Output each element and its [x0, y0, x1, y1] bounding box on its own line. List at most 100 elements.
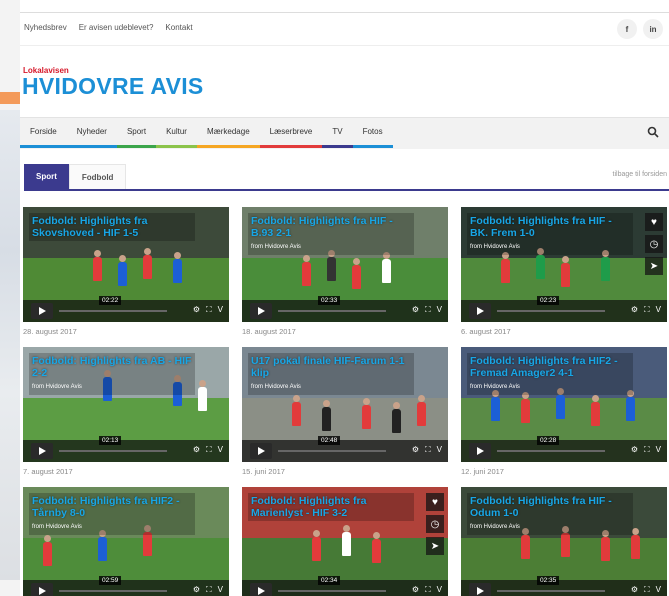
video-player[interactable]: Fodbold: Highlights fra HIF - Odum 1-0 fr… [461, 487, 667, 596]
video-title[interactable]: U17 pokal finale HIF-Farum 1-1 klip from … [248, 353, 414, 395]
nav-item-3[interactable]: Kultur [156, 118, 197, 148]
settings-gear-icon[interactable]: ⚙ [631, 305, 638, 315]
video-player[interactable]: Fodbold: Highlights fra HIF2 - Fremad Am… [461, 347, 667, 462]
nav-item-4[interactable]: Mærkedage [196, 118, 260, 148]
linkedin-icon[interactable]: in [643, 19, 663, 39]
newsletter-link[interactable]: Nyhedsbrev [24, 23, 67, 32]
video-progress-bar[interactable]: 02:48 [278, 436, 386, 452]
tab-fodbold[interactable]: Fodbold [68, 164, 127, 190]
contact-link[interactable]: Kontakt [165, 23, 192, 32]
fullscreen-icon[interactable]: ⛶ [644, 305, 650, 315]
video-progress-bar[interactable]: 02:28 [497, 436, 605, 452]
nav-item-5[interactable]: Læserbreve [259, 118, 323, 148]
video-progress-bar[interactable]: 02:35 [497, 576, 605, 592]
fullscreen-icon[interactable]: ⛶ [425, 585, 431, 595]
nav-item-2[interactable]: Sport [116, 118, 157, 148]
play-icon[interactable] [31, 443, 53, 459]
video-card[interactable]: Fodbold: Highlights fra HIF2 - Fremad Am… [461, 347, 667, 479]
watch-later-clock-icon[interactable]: ◷ [426, 515, 444, 533]
tab-sport[interactable]: Sport [24, 164, 69, 190]
play-icon[interactable] [469, 583, 491, 596]
video-card[interactable]: Fodbold: Highlights fra HIF - B.93 2-1 fr… [242, 207, 448, 339]
video-title[interactable]: Fodbold: Highlights fra HIF2 - Fremad Am… [467, 353, 633, 395]
video-progress-bar[interactable]: 02:34 [278, 576, 386, 592]
vimeo-logo-icon[interactable]: V [656, 445, 661, 455]
video-card[interactable]: Fodbold: Highlights fra HIF - Odum 1-0 fr… [461, 487, 667, 596]
video-source: from Hvidovre Avis [470, 384, 520, 390]
facebook-icon[interactable]: f [617, 19, 637, 39]
video-player[interactable]: Fodbold: Highlights fra HIF2 - Tårnby 8-… [23, 487, 229, 596]
fullscreen-icon[interactable]: ⛶ [425, 445, 431, 455]
video-title[interactable]: Fodbold: Highlights fra AB - HIF 2-2 from… [29, 353, 195, 395]
fullscreen-icon[interactable]: ⛶ [206, 305, 212, 315]
video-title[interactable]: Fodbold: Highlights fra HIF2 - Tårnby 8-… [29, 493, 195, 535]
video-player[interactable]: Fodbold: Highlights fra Skovshoved - HIF… [23, 207, 229, 322]
settings-gear-icon[interactable]: ⚙ [631, 585, 638, 595]
play-icon[interactable] [250, 583, 272, 596]
video-title[interactable]: Fodbold: Highlights fra HIF - Odum 1-0 fr… [467, 493, 633, 535]
like-heart-icon[interactable]: ♥ [426, 493, 444, 511]
like-heart-icon[interactable]: ♥ [645, 213, 663, 231]
video-progress-bar[interactable]: 02:59 [59, 576, 167, 592]
video-title[interactable]: Fodbold: Highlights fra HIF - B.93 2-1 fr… [248, 213, 414, 255]
nav-item-1[interactable]: Nyheder [66, 118, 117, 148]
video-card[interactable]: Fodbold: Highlights fra Skovshoved - HIF… [23, 207, 229, 339]
video-progress-bar[interactable]: 02:33 [278, 296, 386, 312]
video-progress-bar[interactable]: 02:23 [497, 296, 605, 312]
video-title[interactable]: Fodbold: Highlights fra Skovshoved - HIF… [29, 213, 195, 241]
video-progress-bar[interactable]: 02:22 [59, 296, 167, 312]
settings-gear-icon[interactable]: ⚙ [193, 305, 200, 315]
video-title[interactable]: Fodbold: Highlights fra Marienlyst - HIF… [248, 493, 414, 521]
nav-item-7[interactable]: Fotos [352, 118, 393, 148]
search-icon[interactable] [647, 126, 659, 138]
fullscreen-icon[interactable]: ⛶ [206, 585, 212, 595]
video-progress-bar[interactable]: 02:13 [59, 436, 167, 452]
nav-item-0[interactable]: Forside [20, 118, 67, 148]
video-card[interactable]: U17 pokal finale HIF-Farum 1-1 klip from … [242, 347, 448, 479]
watch-later-clock-icon[interactable]: ◷ [645, 235, 663, 253]
video-card[interactable]: Fodbold: Highlights fra AB - HIF 2-2 from… [23, 347, 229, 479]
vimeo-logo-icon[interactable]: V [437, 305, 442, 315]
video-player[interactable]: Fodbold: Highlights fra HIF - BK. Frem 1… [461, 207, 667, 322]
fullscreen-icon[interactable]: ⛶ [644, 445, 650, 455]
back-to-frontpage-link[interactable]: tilbage til forsiden [613, 171, 667, 178]
nav-item-6[interactable]: TV [322, 118, 353, 148]
video-frame-player [626, 390, 635, 421]
vimeo-logo-icon[interactable]: V [437, 445, 442, 455]
player-settings: ⚙ ⛶ V [412, 305, 442, 315]
play-icon[interactable] [31, 583, 53, 596]
vimeo-logo-icon[interactable]: V [656, 305, 661, 315]
vimeo-logo-icon[interactable]: V [656, 585, 661, 595]
play-icon[interactable] [31, 303, 53, 319]
settings-gear-icon[interactable]: ⚙ [193, 585, 200, 595]
vimeo-logo-icon[interactable]: V [437, 585, 442, 595]
vimeo-logo-icon[interactable]: V [218, 305, 223, 315]
settings-gear-icon[interactable]: ⚙ [631, 445, 638, 455]
settings-gear-icon[interactable]: ⚙ [412, 585, 419, 595]
video-player[interactable]: Fodbold: Highlights fra HIF - B.93 2-1 fr… [242, 207, 448, 322]
fullscreen-icon[interactable]: ⛶ [644, 585, 650, 595]
settings-gear-icon[interactable]: ⚙ [193, 445, 200, 455]
video-title-text: Fodbold: Highlights fra HIF - BK. Frem 1… [470, 215, 612, 239]
site-logo[interactable]: HVIDOVRE AVIS [22, 73, 204, 100]
video-card[interactable]: Fodbold: Highlights fra HIF2 - Tårnby 8-… [23, 487, 229, 596]
settings-gear-icon[interactable]: ⚙ [412, 305, 419, 315]
fullscreen-icon[interactable]: ⛶ [425, 305, 431, 315]
vimeo-logo-icon[interactable]: V [218, 585, 223, 595]
play-icon[interactable] [250, 303, 272, 319]
settings-gear-icon[interactable]: ⚙ [412, 445, 419, 455]
vimeo-logo-icon[interactable]: V [218, 445, 223, 455]
video-card[interactable]: Fodbold: Highlights fra Marienlyst - HIF… [242, 487, 448, 596]
video-player[interactable]: U17 pokal finale HIF-Farum 1-1 klip from … [242, 347, 448, 462]
fullscreen-icon[interactable]: ⛶ [206, 445, 212, 455]
play-icon[interactable] [469, 443, 491, 459]
missing-paper-link[interactable]: Er avisen udeblevet? [79, 23, 154, 32]
share-send-icon[interactable]: ➤ [645, 257, 663, 275]
play-icon[interactable] [250, 443, 272, 459]
video-player[interactable]: Fodbold: Highlights fra AB - HIF 2-2 from… [23, 347, 229, 462]
play-icon[interactable] [469, 303, 491, 319]
video-player[interactable]: Fodbold: Highlights fra Marienlyst - HIF… [242, 487, 448, 596]
video-title[interactable]: Fodbold: Highlights fra HIF - BK. Frem 1… [467, 213, 633, 255]
video-card[interactable]: Fodbold: Highlights fra HIF - BK. Frem 1… [461, 207, 667, 339]
share-send-icon[interactable]: ➤ [426, 537, 444, 555]
